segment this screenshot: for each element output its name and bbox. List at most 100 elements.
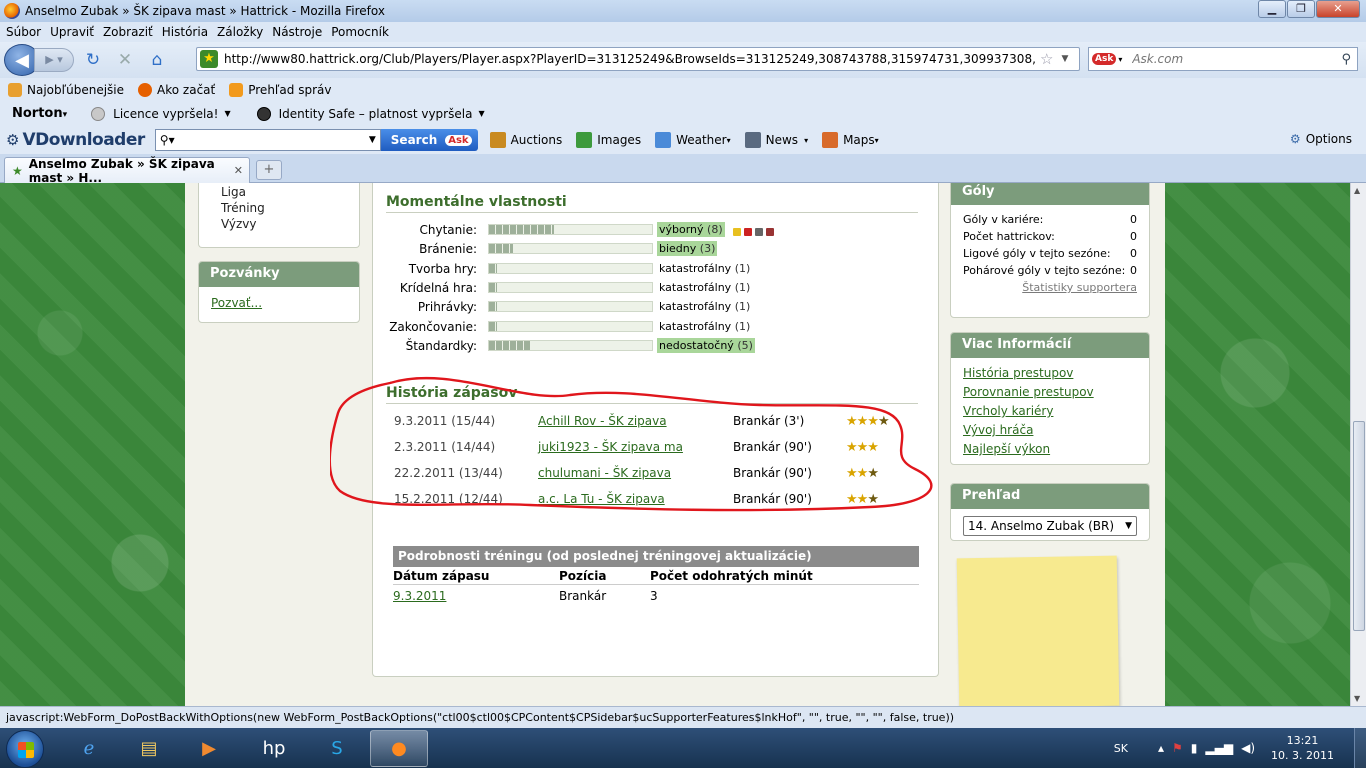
vd-search-button[interactable]: Search Ask bbox=[380, 129, 478, 151]
home-icon[interactable]: ⌂ bbox=[144, 50, 170, 70]
nav-challenges[interactable]: Výzvy bbox=[221, 216, 359, 232]
vertical-scrollbar[interactable]: ▲ ▼ bbox=[1350, 183, 1366, 706]
norton-identity-item[interactable]: Identity Safe – platnost vypršela ▼ bbox=[256, 106, 485, 121]
search-player-icon[interactable] bbox=[755, 228, 763, 236]
skill-value[interactable]: katastrofálny (1) bbox=[657, 261, 752, 276]
overview-box: Prehľad 14. Anselmo Zubak (BR) ▼ bbox=[950, 483, 1150, 541]
language-indicator[interactable]: SK bbox=[1114, 742, 1128, 755]
menu-help[interactable]: Pomocník bbox=[331, 25, 389, 39]
compare-icon[interactable] bbox=[766, 228, 774, 236]
red-annotation-outline bbox=[330, 376, 933, 512]
vd-auctions[interactable]: Auctions bbox=[489, 132, 562, 148]
vd-weather[interactable]: Weather ▾ bbox=[655, 132, 731, 148]
training-row: 9.3.2011 Brankár 3 bbox=[393, 585, 919, 607]
link-transfer-compare[interactable]: Porovnanie prestupov bbox=[963, 383, 1137, 402]
engine-dropdown-icon[interactable]: ▾ bbox=[1118, 55, 1122, 64]
ask-logo-icon[interactable]: Ask bbox=[1092, 53, 1117, 65]
stop-icon[interactable]: ✕ bbox=[112, 50, 138, 70]
skill-level: (1) bbox=[734, 280, 751, 294]
link-player-development[interactable]: Vývoj hráča bbox=[963, 421, 1137, 440]
clock[interactable]: 13:21 10. 3. 2011 bbox=[1271, 733, 1334, 763]
skill-value[interactable]: výborný (8) bbox=[657, 222, 725, 237]
menu-view[interactable]: Zobraziť bbox=[103, 25, 153, 39]
firefox-task-icon[interactable]: ● bbox=[370, 730, 428, 767]
tab-close-icon[interactable]: ✕ bbox=[234, 164, 243, 177]
vd-images[interactable]: Images bbox=[576, 132, 641, 148]
nav-league[interactable]: Liga bbox=[221, 184, 359, 200]
player-select[interactable]: 14. Anselmo Zubak (BR) ▼ bbox=[963, 516, 1137, 536]
url-dropdown-icon[interactable]: ▼ bbox=[1061, 54, 1068, 64]
skill-value[interactable]: katastrofálny (1) bbox=[657, 299, 752, 314]
search-icon[interactable]: ⚲ bbox=[1341, 52, 1351, 67]
invite-link[interactable]: Pozvať... bbox=[211, 296, 359, 310]
show-desktop-button[interactable] bbox=[1354, 728, 1366, 768]
link-career-highlights[interactable]: Vrcholy kariéry bbox=[963, 402, 1137, 421]
scrollbar-thumb[interactable] bbox=[1353, 421, 1365, 631]
media-player-icon[interactable]: ▶ bbox=[180, 730, 238, 767]
training-icon[interactable] bbox=[733, 228, 741, 236]
explorer-folder-icon[interactable]: ▤ bbox=[120, 730, 178, 767]
nav-training[interactable]: Tréning bbox=[221, 200, 359, 216]
menu-file[interactable]: Súbor bbox=[6, 25, 41, 39]
close-window-button[interactable]: ✕ bbox=[1316, 0, 1360, 18]
search-bar[interactable]: Ask ▾ ⚲ bbox=[1088, 47, 1358, 71]
skill-bar bbox=[488, 224, 653, 235]
bookmark-label: Ako začať bbox=[157, 82, 216, 97]
injury-icon[interactable] bbox=[744, 228, 752, 236]
scroll-down-icon[interactable]: ▼ bbox=[1354, 694, 1360, 703]
skill-value[interactable]: nedostatočný (5) bbox=[657, 337, 755, 353]
menu-tools[interactable]: Nástroje bbox=[272, 25, 322, 39]
skill-value[interactable]: biedny (3) bbox=[657, 241, 718, 257]
norton-toolbar: Norton▾ Licence vypršela! ▼ Identity Saf… bbox=[0, 101, 1366, 126]
vd-maps[interactable]: Maps ▾ bbox=[822, 132, 879, 148]
link-best-performance[interactable]: Najlepší výkon bbox=[963, 440, 1137, 459]
norton-logo[interactable]: Norton▾ bbox=[12, 106, 67, 121]
network-icon[interactable]: ▂▄▆ bbox=[1205, 741, 1233, 755]
bookmark-getting-started[interactable]: Ako začať bbox=[138, 82, 216, 97]
link-transfer-history[interactable]: História prestupov bbox=[963, 364, 1137, 383]
volume-icon[interactable]: ◀) bbox=[1241, 741, 1255, 755]
vd-search-input[interactable]: ⚲▾ ▼ bbox=[154, 129, 381, 151]
search-input[interactable] bbox=[1132, 52, 1333, 66]
power-icon[interactable]: ▮ bbox=[1191, 741, 1198, 755]
reload-icon[interactable]: ↻ bbox=[80, 50, 106, 70]
skill-value[interactable]: katastrofálny (1) bbox=[657, 280, 752, 295]
menu-edit[interactable]: Upraviť bbox=[50, 25, 94, 39]
scroll-up-icon[interactable]: ▲ bbox=[1354, 186, 1360, 195]
skill-value[interactable]: katastrofálny (1) bbox=[657, 319, 752, 334]
skill-label: Tvorba hry: bbox=[408, 261, 477, 276]
goal-label: Ligové góly v tejto sezóne: bbox=[963, 247, 1111, 260]
training-date-link[interactable]: 9.3.2011 bbox=[393, 589, 559, 603]
skype-icon[interactable]: S bbox=[308, 730, 366, 767]
menu-bookmarks[interactable]: Záložky bbox=[217, 25, 263, 39]
norton-licence-item[interactable]: Licence vypršela! ▼ bbox=[91, 106, 231, 121]
hp-icon[interactable]: hp bbox=[245, 730, 303, 767]
tab-player[interactable]: ★ Anselmo Zubak » ŠK zipava mast » H... … bbox=[4, 157, 250, 185]
forward-button[interactable]: ▶ ▾ bbox=[34, 48, 74, 72]
new-tab-button[interactable]: + bbox=[256, 160, 282, 180]
bookmark-most-visited[interactable]: Najobľúbenejšie bbox=[8, 82, 125, 97]
skill-word: katastrofálny bbox=[659, 300, 732, 314]
dropdown-icon[interactable]: ▼ bbox=[369, 135, 376, 145]
menu-history[interactable]: História bbox=[162, 25, 208, 39]
vd-options[interactable]: ⚙ Options bbox=[1290, 132, 1352, 146]
vd-item-label: News bbox=[765, 133, 799, 147]
url-text[interactable]: http://www80.hattrick.org/Club/Players/P… bbox=[224, 52, 1036, 66]
chevron-up-icon[interactable]: ▴ bbox=[1158, 741, 1164, 755]
bookmark-news-feed[interactable]: Prehľad správ bbox=[229, 82, 331, 97]
skill-level: (1) bbox=[734, 261, 751, 275]
vd-news[interactable]: News ▾ bbox=[744, 132, 808, 148]
bookmark-label: Najobľúbenejšie bbox=[27, 82, 125, 97]
action-center-icon[interactable]: ⚑ bbox=[1172, 741, 1183, 755]
training-details: Podrobnosti tréningu (od poslednej tréni… bbox=[393, 546, 919, 607]
maximize-button[interactable]: ❐ bbox=[1287, 0, 1315, 18]
address-bar[interactable]: ★ http://www80.hattrick.org/Club/Players… bbox=[196, 47, 1080, 71]
minimize-button[interactable]: ▁ bbox=[1258, 0, 1286, 18]
bookmark-star-icon[interactable]: ☆ bbox=[1040, 50, 1053, 68]
internet-explorer-icon[interactable]: ℯ bbox=[60, 730, 118, 767]
start-button[interactable] bbox=[6, 730, 44, 768]
overview-title: Prehľad bbox=[951, 484, 1149, 509]
goal-value: 0 bbox=[1130, 247, 1137, 260]
supporter-stats-link[interactable]: Štatistiky supportera bbox=[951, 281, 1137, 294]
warning-icon bbox=[91, 106, 106, 121]
